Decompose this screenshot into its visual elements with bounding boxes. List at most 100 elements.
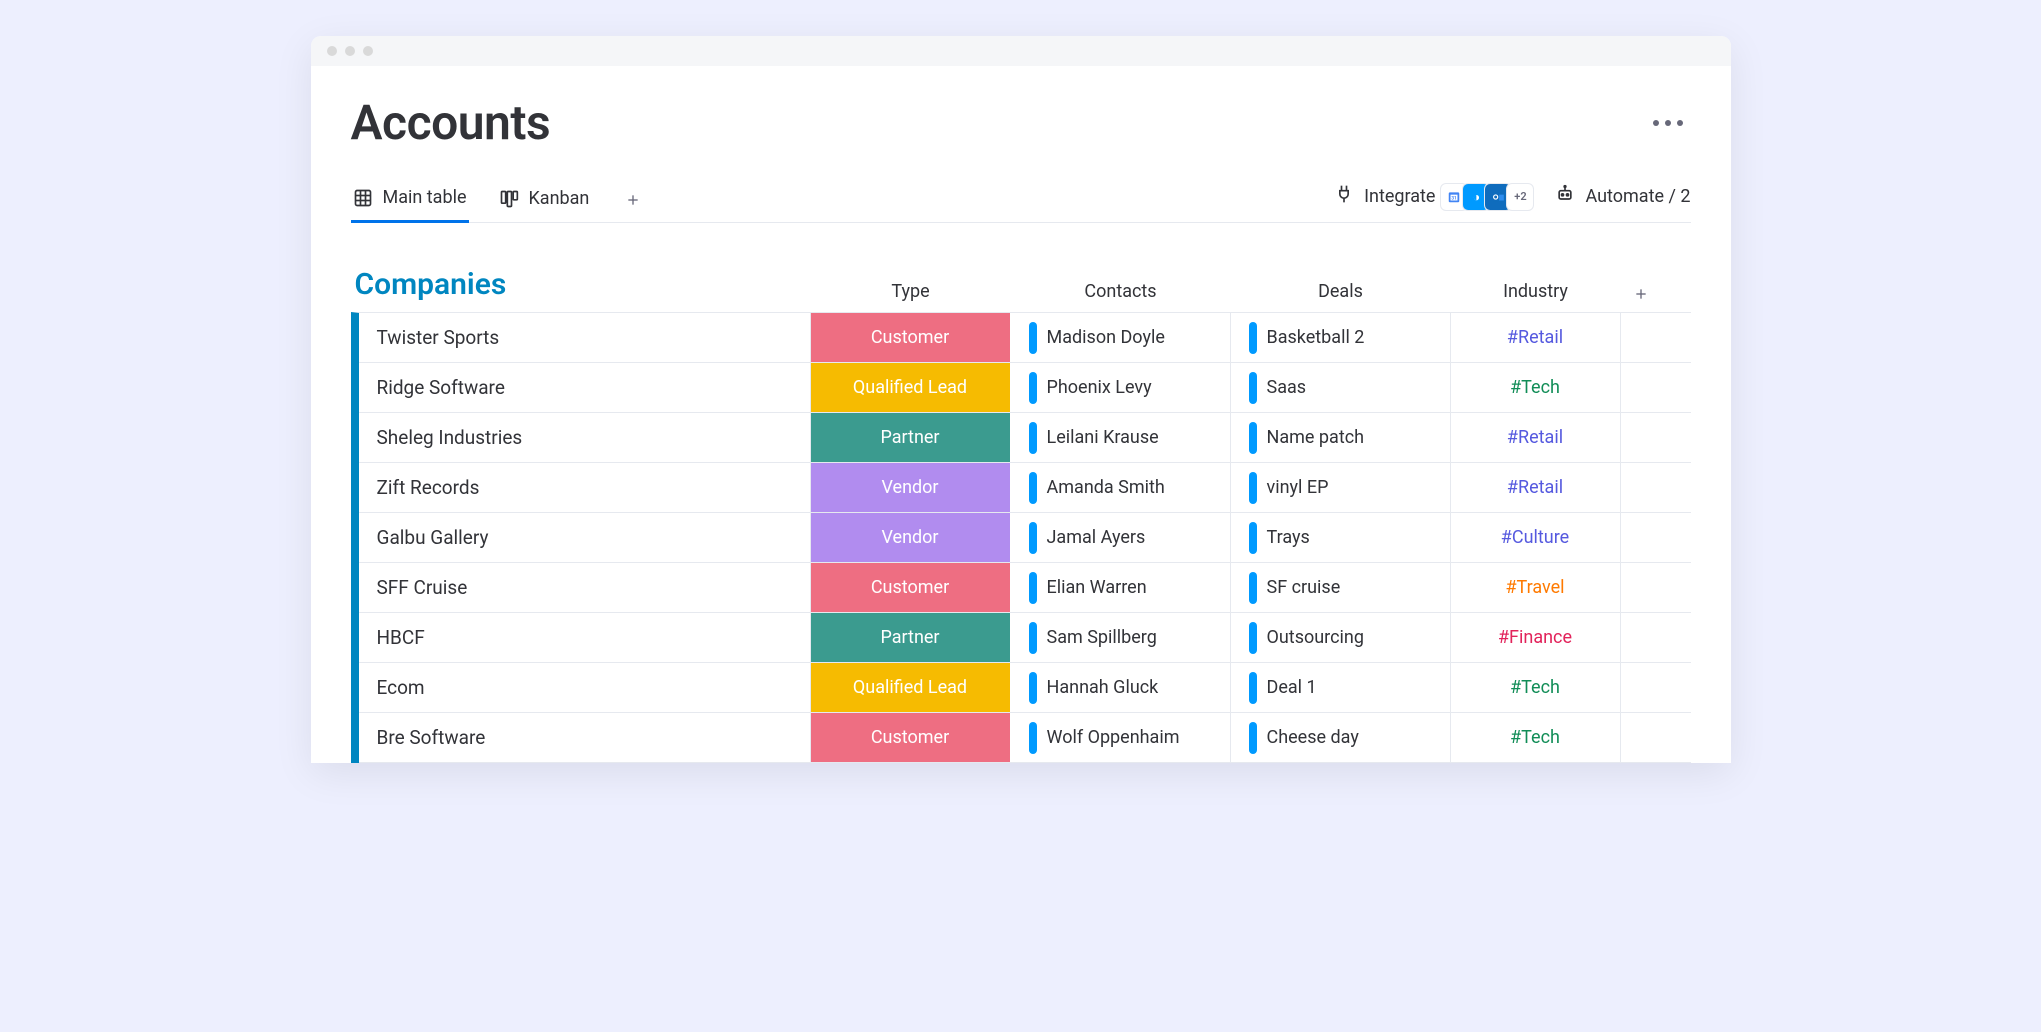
table-row[interactable]: HBCFPartner Sam Spillberg Outsourcing #Fina… — [359, 613, 1691, 663]
link-pill-icon — [1249, 672, 1257, 704]
deal-cell[interactable]: Trays — [1231, 513, 1451, 562]
type-cell[interactable]: Vendor — [811, 463, 1011, 512]
more-options-button[interactable] — [1645, 112, 1691, 134]
integration-badges: 31 ◑ +2 — [1445, 184, 1533, 210]
contact-cell[interactable]: Elian Warren — [1011, 563, 1231, 612]
deal-cell[interactable]: Outsourcing — [1231, 613, 1451, 662]
deal-cell[interactable]: Name patch — [1231, 413, 1451, 462]
contact-cell[interactable]: Madison Doyle — [1011, 313, 1231, 362]
company-name-cell[interactable]: Twister Sports — [359, 313, 811, 362]
window-dot — [363, 46, 373, 56]
contact-cell[interactable]: Leilani Krause — [1011, 413, 1231, 462]
deal-cell[interactable]: Cheese day — [1231, 713, 1451, 762]
deal-name: Saas — [1267, 377, 1307, 398]
empty-cell — [1621, 613, 1661, 662]
column-header-contacts[interactable]: Contacts — [1011, 281, 1231, 302]
type-cell[interactable]: Vendor — [811, 513, 1011, 562]
industry-cell[interactable]: #Finance — [1451, 613, 1621, 662]
industry-cell[interactable]: #Tech — [1451, 363, 1621, 412]
industry-cell[interactable]: #Tech — [1451, 663, 1621, 712]
type-cell[interactable]: Partner — [811, 413, 1011, 462]
deal-name: Deal 1 — [1267, 677, 1317, 698]
type-cell[interactable]: Partner — [811, 613, 1011, 662]
company-name-cell[interactable]: Zift Records — [359, 463, 811, 512]
industry-cell[interactable]: #Tech — [1451, 713, 1621, 762]
industry-cell[interactable]: #Retail — [1451, 313, 1621, 362]
table-icon — [353, 188, 373, 208]
type-cell[interactable]: Customer — [811, 713, 1011, 762]
industry-cell[interactable]: #Retail — [1451, 463, 1621, 512]
link-pill-icon — [1249, 722, 1257, 754]
deal-cell[interactable]: Basketball 2 — [1231, 313, 1451, 362]
link-pill-icon — [1249, 622, 1257, 654]
contact-cell[interactable]: Wolf Oppenhaim — [1011, 713, 1231, 762]
automate-button[interactable]: Automate / 2 — [1555, 184, 1690, 209]
group-title[interactable]: Companies — [351, 267, 811, 302]
table-body: Twister SportsCustomerMadison DoyleBaske… — [351, 312, 1691, 763]
deal-name: vinyl EP — [1267, 477, 1329, 498]
contact-cell[interactable]: Sam Spillberg — [1011, 613, 1231, 662]
type-cell[interactable]: Customer — [811, 313, 1011, 362]
empty-cell — [1621, 513, 1661, 562]
contact-cell[interactable]: Phoenix Levy — [1011, 363, 1231, 412]
window-titlebar — [311, 36, 1731, 66]
company-name-cell[interactable]: Bre Software — [359, 713, 811, 762]
table-row[interactable]: Sheleg IndustriesPartnerLeilani Krause Na… — [359, 413, 1691, 463]
integrate-label: Integrate — [1364, 186, 1435, 207]
link-pill-icon — [1029, 372, 1037, 404]
deal-cell[interactable]: Deal 1 — [1231, 663, 1451, 712]
contact-cell[interactable]: Jamal Ayers — [1011, 513, 1231, 562]
empty-cell — [1621, 463, 1661, 512]
window-dot — [327, 46, 337, 56]
link-pill-icon — [1249, 372, 1257, 404]
deal-cell[interactable]: Saas — [1231, 363, 1451, 412]
table-row[interactable]: Zift RecordsVendor Amanda Smith vinyl EP #R… — [359, 463, 1691, 513]
industry-cell[interactable]: #Culture — [1451, 513, 1621, 562]
contact-name: Jamal Ayers — [1047, 527, 1146, 548]
link-pill-icon — [1029, 622, 1037, 654]
deal-name: Trays — [1267, 527, 1310, 548]
industry-cell[interactable]: #Retail — [1451, 413, 1621, 462]
table-row[interactable]: Bre SoftwareCustomerWolf OppenhaimCheese… — [359, 713, 1691, 763]
company-name-cell[interactable]: HBCF — [359, 613, 811, 662]
column-header-industry[interactable]: Industry — [1451, 281, 1621, 302]
type-cell[interactable]: Qualified Lead — [811, 363, 1011, 412]
contact-cell[interactable]: Hannah Gluck — [1011, 663, 1231, 712]
integrate-button[interactable]: Integrate 31 ◑ +2 — [1334, 184, 1533, 210]
company-name-cell[interactable]: SFF Cruise — [359, 563, 811, 612]
tab-kanban[interactable]: Kanban — [497, 180, 592, 221]
table-row[interactable]: Ridge SoftwareQualified Lead Phoenix Levy… — [359, 363, 1691, 413]
window-dot — [345, 46, 355, 56]
table-row[interactable]: EcomQualified LeadHannah Gluck Deal 1 #Tec… — [359, 663, 1691, 713]
empty-cell — [1621, 413, 1661, 462]
contact-cell[interactable]: Amanda Smith — [1011, 463, 1231, 512]
add-view-button[interactable] — [619, 183, 647, 219]
industry-cell[interactable]: #Travel — [1451, 563, 1621, 612]
add-column-button[interactable] — [1621, 286, 1661, 302]
table-row[interactable]: Galbu GalleryVendor Jamal Ayers Trays #Cult… — [359, 513, 1691, 563]
table-row[interactable]: Twister SportsCustomer Madison Doyle Baske… — [359, 313, 1691, 363]
column-header-type[interactable]: Type — [811, 281, 1011, 302]
column-header-deals[interactable]: Deals — [1231, 281, 1451, 302]
tab-main-table[interactable]: Main table — [351, 179, 469, 223]
type-cell[interactable]: Customer — [811, 563, 1011, 612]
deal-cell[interactable]: vinyl EP — [1231, 463, 1451, 512]
deal-name: SF cruise — [1267, 577, 1341, 598]
table-row[interactable]: SFF CruiseCustomerElian Warren SF cruise #… — [359, 563, 1691, 613]
empty-cell — [1621, 563, 1661, 612]
contact-name: Sam Spillberg — [1047, 627, 1157, 648]
link-pill-icon — [1249, 472, 1257, 504]
company-name-cell[interactable]: Sheleg Industries — [359, 413, 811, 462]
contact-name: Madison Doyle — [1047, 327, 1165, 348]
deal-name: Outsourcing — [1267, 627, 1364, 648]
deal-name: Name patch — [1267, 427, 1365, 448]
link-pill-icon — [1249, 522, 1257, 554]
contact-name: Phoenix Levy — [1047, 377, 1152, 398]
type-cell[interactable]: Qualified Lead — [811, 663, 1011, 712]
deal-cell[interactable]: SF cruise — [1231, 563, 1451, 612]
company-name-cell[interactable]: Ridge Software — [359, 363, 811, 412]
contact-name: Amanda Smith — [1047, 477, 1165, 498]
company-name-cell[interactable]: Galbu Gallery — [359, 513, 811, 562]
company-name-cell[interactable]: Ecom — [359, 663, 811, 712]
empty-cell — [1621, 363, 1661, 412]
